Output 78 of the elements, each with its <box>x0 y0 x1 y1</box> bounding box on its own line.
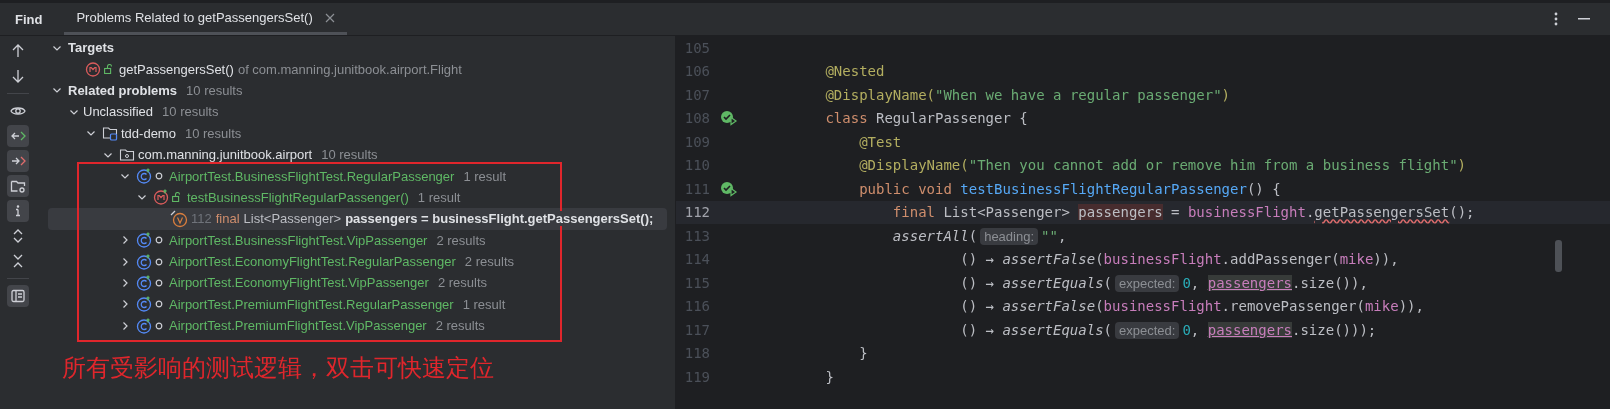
toolbar-button[interactable] <box>7 175 29 197</box>
test-class-icon <box>136 296 152 313</box>
minimize-icon[interactable] <box>1578 18 1590 20</box>
test-class-icon <box>136 317 152 334</box>
result-count: 10 results <box>186 82 243 98</box>
folder-settings-icon <box>10 178 26 194</box>
method-icon <box>85 61 101 78</box>
scrollbar-thumb[interactable] <box>1555 240 1562 272</box>
chevron-icon[interactable] <box>120 235 130 246</box>
selected-row[interactable]: 112 final List<Passenger> passengers = businessFlight.getPassengersSet(); <box>48 208 667 230</box>
tree-item-label[interactable]: AirportTest.PremiumFlightTest.VipPassenger <box>169 318 427 334</box>
run-test-icon[interactable] <box>720 180 738 197</box>
toolbar-button[interactable] <box>7 200 29 222</box>
code-line: () → assertFalse(businessFlight.addPassenger(mike)), <box>959 251 1399 268</box>
close-icon[interactable] <box>324 12 335 23</box>
code-line: () → assertEquals( expected: 0, passengers.size()), <box>959 274 1368 291</box>
code-line: } <box>824 368 834 385</box>
tree-item-label[interactable]: com.manning.junitbook.airport <box>138 147 313 163</box>
result-count: 2 results <box>464 254 514 270</box>
line-number: 112 <box>191 211 212 227</box>
code-text: List<Passenger> <box>243 211 342 227</box>
tree-item-label[interactable]: AirportTest.PremiumFlightTest.RegularPassenger <box>169 296 454 312</box>
tree-item-label[interactable]: tdd-demo <box>121 125 176 141</box>
test-method-icon <box>153 189 169 206</box>
chevron-icon[interactable] <box>120 256 130 267</box>
chevron-icon[interactable] <box>120 320 130 331</box>
line-number: 112 <box>683 204 710 221</box>
code-line: public void testBusinessFlightRegularPassenger() { <box>858 180 1281 197</box>
down-arrow-icon <box>10 68 26 84</box>
preview-panel-icon <box>10 288 26 304</box>
result-count: 1 result <box>463 168 507 184</box>
package-folder-icon <box>119 146 135 163</box>
tree-item-label[interactable]: Related problems <box>68 82 178 98</box>
tree-item-label[interactable]: AirportTest.EconomyFlightTest.VipPassenger <box>169 275 429 291</box>
code-line: } <box>858 345 868 362</box>
test-class-icon <box>136 232 152 249</box>
code-line: assertAll( heading: "", <box>891 227 1067 244</box>
result-count: 10 results <box>184 125 242 141</box>
tree-item-label[interactable]: Targets <box>68 40 114 56</box>
result-count: 1 result <box>462 296 506 312</box>
annotation-caption: 所有受影响的测试逻辑，双击可快速定位 <box>62 353 495 384</box>
code-text: final <box>215 211 240 227</box>
up-arrow-icon <box>10 43 26 59</box>
result-count: 2 results <box>437 275 488 291</box>
test-class-icon <box>136 253 152 270</box>
tree-item-label[interactable]: testBusinessFlightRegularPassenger() <box>187 189 409 205</box>
tree-item-label[interactable]: AirportTest.BusinessFlightTest.VipPassenger <box>169 232 428 248</box>
tree-item-label[interactable]: AirportTest.BusinessFlightTest.RegularPassenger <box>169 168 455 184</box>
result-count: 10 results <box>162 104 219 120</box>
result-count: 2 results <box>436 232 486 248</box>
toolbar-button[interactable] <box>7 125 29 147</box>
tree-item-label[interactable]: AirportTest.EconomyFlightTest.RegularPassenger <box>169 254 456 270</box>
tree-item-label[interactable]: Unclassified <box>83 104 154 120</box>
code-line: () → assertFalse(businessFlight.removePassenger(mike)), <box>959 298 1424 315</box>
tree-item-label[interactable]: getPassengersSet() <box>119 61 234 77</box>
code-line: @DisplayName("Then you cannot add or remove him from a business flight") <box>858 157 1467 174</box>
code-line: final List<Passenger> passengers = businessFlight.getPassengersSet(); <box>891 204 1475 221</box>
code-text: passengers = businessFlight.getPassengersSet(); <box>345 211 654 227</box>
code-line: @Test <box>858 133 902 150</box>
chevron-icon[interactable] <box>120 278 130 288</box>
variable-icon <box>170 209 188 228</box>
toolbar-button[interactable] <box>7 285 29 307</box>
test-class-icon <box>136 275 152 291</box>
run-test-icon[interactable] <box>720 110 738 127</box>
result-count: 2 results <box>435 318 485 334</box>
panel-title: Find <box>15 11 43 27</box>
module-folder-icon <box>102 125 118 142</box>
toolbar-button[interactable] <box>7 150 29 172</box>
code-line: () → assertEquals( expected: 0, passengers.size())); <box>959 321 1377 338</box>
chevron-icon[interactable] <box>120 299 130 310</box>
more-icon[interactable] <box>1554 12 1558 26</box>
code-line: @DisplayName("When we have a regular passenger") <box>824 86 1231 103</box>
test-class-icon <box>136 168 152 185</box>
code-line: class RegularPassenger { <box>824 110 1028 127</box>
code-line: @Nested <box>824 63 885 80</box>
result-count: 10 results <box>321 147 378 163</box>
tree-item-detail: of com.manning.junitbook.airport.Flight <box>237 61 462 77</box>
result-count: 1 result <box>417 189 461 205</box>
